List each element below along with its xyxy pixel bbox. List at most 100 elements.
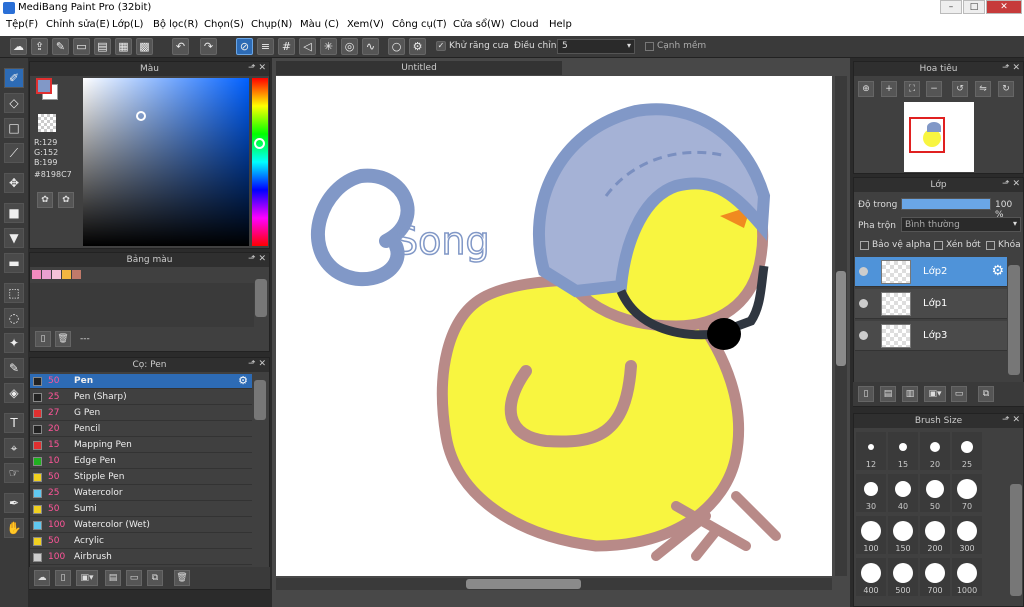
gear-icon[interactable]: ⚙ — [238, 374, 248, 387]
fill-rect-icon[interactable]: ■ — [4, 203, 24, 223]
blend-select[interactable]: Bình thường ▾ — [901, 217, 1021, 232]
foreground-color[interactable] — [36, 78, 52, 94]
circle-snap-icon[interactable]: ◎ — [341, 38, 358, 55]
navigator-preview[interactable] — [904, 102, 974, 172]
eyedropper-icon[interactable]: ✒ — [4, 493, 24, 513]
move-tool-icon[interactable]: ✥ — [4, 173, 24, 193]
brush-item[interactable]: 10 Edge Pen — [30, 454, 252, 469]
delete-palette-icon[interactable]: 🗑 — [55, 331, 71, 347]
antialias-checkbox[interactable]: ✓ — [436, 41, 446, 51]
duplicate-icon[interactable]: ⧉ — [147, 570, 163, 586]
eye-icon[interactable] — [859, 331, 868, 340]
brush-item[interactable]: 50 Sumi — [30, 502, 252, 517]
text-tool-icon[interactable]: T — [4, 413, 24, 433]
menu-cloud[interactable]: Cloud — [510, 19, 539, 30]
navigator-viewport[interactable] — [909, 117, 945, 153]
redo-icon[interactable]: ↷ — [200, 38, 217, 55]
menu-layer[interactable]: Lớp(L) — [112, 19, 143, 30]
zoom-out-icon[interactable]: − — [926, 81, 942, 97]
brush-item[interactable]: 50 Pen ⚙ — [30, 374, 252, 389]
brush-item[interactable]: 100 Watercolor (Wet) — [30, 518, 252, 533]
fit-icon[interactable]: ⛶ — [904, 81, 920, 97]
cloud-icon[interactable]: ☁ — [10, 38, 27, 55]
parallel-snap-icon[interactable]: ≡ — [257, 38, 274, 55]
comment-icon[interactable]: ✎ — [52, 38, 69, 55]
palette-edit-icon[interactable]: ✿ — [58, 192, 74, 208]
brush-size-option[interactable]: 70 — [952, 474, 982, 512]
delete-brush-icon[interactable]: 🗑 — [174, 570, 190, 586]
panel-close-icon[interactable]: ⬏ ✕ — [248, 359, 266, 369]
zoom-in-icon[interactable]: + — [881, 81, 897, 97]
flip-icon[interactable]: ⇋ — [975, 81, 991, 97]
brush-size-scrollbar[interactable] — [1010, 484, 1022, 596]
close-button[interactable]: ✕ — [986, 0, 1022, 14]
menu-window[interactable]: Cửa sổ(W) — [453, 19, 505, 30]
menu-snap[interactable]: Chụp(N) — [251, 19, 292, 30]
brush-size-option[interactable]: 400 — [856, 558, 886, 596]
brush-item[interactable]: 25 Watercolor — [30, 486, 252, 501]
brush-size-option[interactable]: 25 — [952, 432, 982, 470]
brush-size-option[interactable]: 700 — [920, 558, 950, 596]
vertical-scrollbar[interactable] — [835, 76, 847, 576]
folder-icon[interactable]: ▭ — [126, 570, 142, 586]
perspective-snap-icon[interactable]: ◁ — [299, 38, 316, 55]
gear-icon[interactable]: ⚙ — [991, 263, 1004, 279]
layer-item[interactable]: Lớp2 ⚙ — [855, 257, 1007, 287]
clipping-checkbox[interactable] — [934, 241, 943, 250]
brush-item[interactable]: 25 Pen (Sharp) — [30, 390, 252, 405]
smudge-tool-icon[interactable]: ☞ — [4, 463, 24, 483]
layer-scrollbar[interactable] — [1008, 265, 1020, 375]
export-icon[interactable]: ⇪ — [31, 38, 48, 55]
settings-icon[interactable]: ⚙ — [409, 38, 426, 55]
lasso-select-icon[interactable]: ◌ — [4, 308, 24, 328]
gradient-tool-icon[interactable]: ▬ — [4, 253, 24, 273]
new-brush-icon[interactable]: ▯ — [55, 570, 71, 586]
opacity-slider[interactable] — [901, 198, 991, 210]
zoom-icon[interactable]: ⊕ — [858, 81, 874, 97]
horizontal-scrollbar[interactable] — [276, 578, 832, 590]
menu-select[interactable]: Chọn(S) — [204, 19, 244, 30]
curve-snap-icon[interactable]: ∿ — [362, 38, 379, 55]
smooth-checkbox[interactable] — [645, 42, 654, 51]
eye-icon[interactable] — [859, 267, 868, 276]
palette-scrollbar[interactable] — [255, 279, 267, 317]
new-layer-icon[interactable]: ▯ — [858, 386, 874, 402]
layer-item[interactable]: Lớp3 — [855, 321, 1007, 351]
eraser-tool-icon[interactable]: ◇ — [4, 93, 24, 113]
brush-scrollbar[interactable] — [254, 380, 266, 420]
rect-select-icon[interactable]: ⬚ — [4, 283, 24, 303]
add-brush-icon[interactable]: ▣▾ — [76, 570, 98, 586]
undo-icon[interactable]: ↶ — [172, 38, 189, 55]
brush-item[interactable]: 15 Mapping Pen — [30, 438, 252, 453]
duplicate-layer-icon[interactable]: ⧉ — [978, 386, 994, 402]
magic-wand-icon[interactable]: ✦ — [4, 333, 24, 353]
picker-handle[interactable] — [136, 111, 146, 121]
palette-swatch[interactable] — [52, 270, 61, 279]
grid-snap-icon[interactable]: # — [278, 38, 295, 55]
palette-swatch[interactable] — [72, 270, 81, 279]
grid-icon[interactable]: ▩ — [136, 38, 153, 55]
circle-icon[interactable]: ○ — [388, 38, 405, 55]
vertical-scroll-thumb[interactable] — [836, 271, 846, 366]
operation-tool-icon[interactable]: ⌖ — [4, 438, 24, 458]
page-icon[interactable]: ▤ — [94, 38, 111, 55]
palette-swatch[interactable] — [62, 270, 71, 279]
rotate-left-icon[interactable]: ↺ — [952, 81, 968, 97]
brush-size-option[interactable]: 200 — [920, 516, 950, 554]
maximize-button[interactable]: □ — [963, 0, 985, 14]
hue-handle[interactable] — [254, 138, 265, 149]
horizontal-scroll-thumb[interactable] — [466, 579, 581, 589]
panel-close-icon[interactable]: ⬏ ✕ — [1002, 179, 1020, 189]
transparent-color[interactable] — [38, 114, 56, 132]
brush-item[interactable]: 50 Stipple Pen — [30, 470, 252, 485]
brush-size-option[interactable]: 1000 — [952, 558, 982, 596]
drawing-canvas[interactable]: Song — [276, 76, 832, 576]
menu-help[interactable]: Help — [549, 19, 572, 30]
rotate-right-icon[interactable]: ↻ — [998, 81, 1014, 97]
new-palette-icon[interactable]: ▯ — [35, 331, 51, 347]
bucket-tool-icon[interactable]: ▼ — [4, 228, 24, 248]
menu-tools[interactable]: Công cụ(T) — [392, 19, 447, 30]
select-pen-icon[interactable]: ✎ — [4, 358, 24, 378]
hand-tool-icon[interactable]: ✋ — [4, 518, 24, 538]
brush-item[interactable]: 100 Airbrush — [30, 550, 252, 565]
